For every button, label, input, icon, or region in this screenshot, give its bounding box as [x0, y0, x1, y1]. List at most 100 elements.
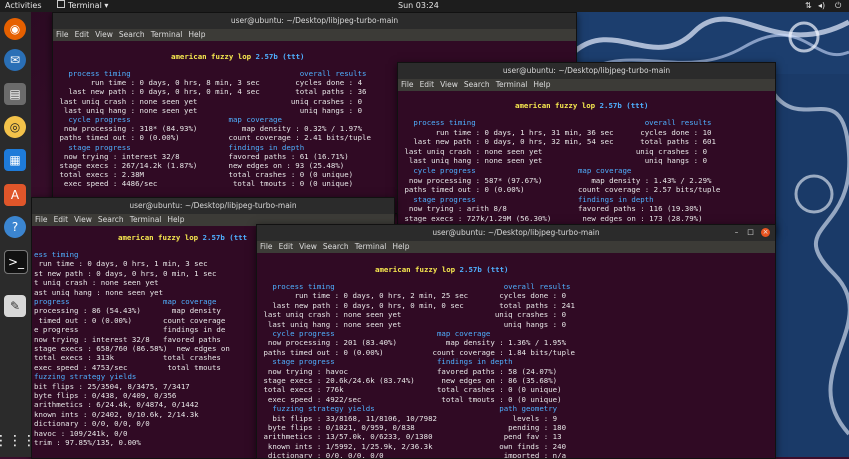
- status-line: bit flips : 33/8168, 11/8106, 10/7982 le…: [259, 413, 558, 423]
- status-line: stage execs : 658/760 (86.58%) new edges…: [34, 344, 230, 353]
- menu-file[interactable]: File: [401, 80, 414, 89]
- window-4-title: user@ubuntu: ~/Desktop/libjpeg-turbo-mai…: [432, 228, 600, 237]
- menu-edit[interactable]: Edit: [420, 80, 435, 89]
- menu-file[interactable]: File: [35, 215, 48, 224]
- menu-view[interactable]: View: [74, 215, 92, 224]
- status-line: stage execs : 20.6k/24.6k (83.74%) new e…: [259, 376, 558, 385]
- afl-banner: american fuzzy lop 2.57b (ttt): [515, 101, 649, 110]
- show-apps-icon[interactable]: ⋮⋮⋮: [0, 430, 36, 452]
- window-4-terminal[interactable]: american fuzzy lop 2.57b (ttt) process t…: [257, 253, 775, 458]
- volume-icon[interactable]: ◂): [818, 0, 825, 12]
- status-line: now processing : 587* (97.67%) map densi…: [400, 175, 712, 185]
- text-editor-icon[interactable]: ✎: [4, 295, 26, 317]
- status-line: last new path : 0 days, 0 hrs, 32 min, 5…: [400, 137, 716, 147]
- window-4-menubar: File Edit View Search Terminal Help: [257, 241, 775, 253]
- maximize-icon[interactable]: □: [746, 228, 755, 237]
- status-line: total execs : 2.38M total crashes : 0 (0…: [55, 170, 354, 180]
- menu-view[interactable]: View: [440, 80, 458, 89]
- network-icon[interactable]: ⇅: [805, 0, 812, 12]
- writer-icon[interactable]: ▦: [4, 149, 26, 171]
- status-line: total execs : 313k total crashes: [34, 353, 221, 363]
- menu-view[interactable]: View: [95, 30, 113, 39]
- close-icon[interactable]: ×: [761, 228, 770, 237]
- status-line: last uniq crash : none seen yet uniq cra…: [259, 310, 567, 320]
- menu-edit[interactable]: Edit: [75, 30, 90, 39]
- activities-button[interactable]: Activities: [5, 0, 42, 12]
- status-line: run time : 0 days, 0 hrs, 2 min, 25 sec …: [259, 291, 567, 301]
- status-line: cycle progress map coverage: [259, 329, 491, 338]
- status-line: run time : 0 days, 0 hrs, 1 min, 3 sec: [34, 259, 208, 269]
- status-line: byte flips : 0/1021, 0/959, 0/838 pendin…: [259, 423, 567, 432]
- menu-search[interactable]: Search: [98, 215, 124, 224]
- afl-banner: american fuzzy lop 2.57b (ttt: [118, 233, 248, 242]
- status-line: fuzzing strategy yields path geometry: [259, 404, 558, 414]
- afl-banner: american fuzzy lop 2.57b (ttt): [375, 265, 509, 274]
- status-line: paths timed out : 0 (0.00%) count covera…: [55, 133, 371, 143]
- status-line: process timing overall results: [259, 282, 571, 291]
- status-line: arithmetics : 13/57.0k, 0/6233, 0/1380 p…: [259, 432, 562, 442]
- app-menu[interactable]: Terminal ▾: [57, 0, 108, 12]
- window-2-terminal[interactable]: american fuzzy lop 2.57b (ttt) process t…: [398, 91, 775, 233]
- status-line: known ints : 0/2402, 0/10.6k, 2/14.3k: [34, 409, 199, 419]
- menu-terminal[interactable]: Terminal: [355, 242, 387, 251]
- thunderbird-icon[interactable]: ✉: [4, 49, 26, 71]
- status-line: last uniq hang : none seen yet uniq hang…: [400, 156, 708, 166]
- help-icon[interactable]: ?: [4, 216, 26, 238]
- wallpaper-art-right: [774, 74, 849, 457]
- status-line: now processing : 318* (84.93%) map densi…: [55, 124, 363, 134]
- clock[interactable]: Sun 03:24: [398, 0, 439, 12]
- status-line: byte flips : 0/438, 0/409, 0/356: [34, 391, 177, 400]
- dock: ◉ ✉ ▤ ◎ ▦ A ? >_ ✎ ⋮⋮⋮: [0, 12, 36, 457]
- menu-edit[interactable]: Edit: [54, 215, 69, 224]
- window-4-titlebar[interactable]: user@ubuntu: ~/Desktop/libjpeg-turbo-mai…: [257, 225, 775, 241]
- menu-help[interactable]: Help: [392, 242, 409, 251]
- menu-file[interactable]: File: [56, 30, 69, 39]
- window-2-titlebar[interactable]: user@ubuntu: ~/Desktop/libjpeg-turbo-mai…: [398, 63, 775, 79]
- status-line: stage execs : 727k/1.29M (56.30%) new ed…: [400, 214, 703, 223]
- terminal-icon[interactable]: >_: [4, 250, 28, 274]
- menu-help[interactable]: Help: [167, 215, 184, 224]
- terminal-window-4[interactable]: user@ubuntu: ~/Desktop/libjpeg-turbo-mai…: [256, 224, 776, 459]
- menu-terminal[interactable]: Terminal: [151, 30, 183, 39]
- window-3-titlebar[interactable]: user@ubuntu: ~/Desktop/libjpeg-turbo-mai…: [32, 198, 394, 214]
- files-icon[interactable]: ▤: [4, 83, 26, 105]
- status-line: last uniq crash : none seen yet uniq cra…: [400, 146, 708, 156]
- status-line: known ints : 1/5992, 1/25.9k, 2/36.3k ow…: [259, 441, 567, 451]
- status-line: process timing overall results: [400, 118, 712, 127]
- menu-search[interactable]: Search: [119, 30, 145, 39]
- app-menu-label: Terminal ▾: [68, 1, 109, 10]
- status-line: exec speed : 4753/sec total tmouts: [34, 362, 221, 372]
- power-icon[interactable]: ⏻: [835, 0, 841, 12]
- window-1-titlebar[interactable]: user@ubuntu: ~/Desktop/libjpeg-turbo-mai…: [53, 13, 576, 29]
- menu-help[interactable]: Help: [188, 30, 205, 39]
- menu-terminal[interactable]: Terminal: [496, 80, 528, 89]
- menu-view[interactable]: View: [299, 242, 317, 251]
- status-line: ess timing: [34, 250, 79, 259]
- status-line: last uniq hang : none seen yet uniq hang…: [259, 319, 567, 329]
- status-line: processing : 86 (54.43%) map density: [34, 306, 221, 316]
- status-line: run time : 0 days, 1 hrs, 31 min, 36 sec…: [400, 127, 712, 137]
- menu-file[interactable]: File: [260, 242, 273, 251]
- top-panel: Activities Terminal ▾ Sun 03:24 ⇅ ◂) ⏻: [0, 0, 849, 12]
- menu-edit[interactable]: Edit: [279, 242, 294, 251]
- menu-help[interactable]: Help: [533, 80, 550, 89]
- firefox-icon[interactable]: ◉: [4, 18, 26, 40]
- status-line: paths timed out : 0 (0.00%) count covera…: [400, 185, 721, 195]
- status-line: exec speed : 4922/sec total tmouts : 0 (…: [259, 394, 562, 404]
- status-line: dictionary : 0/0, 0/0, 0/0: [34, 419, 150, 429]
- menu-search[interactable]: Search: [323, 242, 349, 251]
- status-line: ast uniq hang : none seen yet: [34, 287, 164, 297]
- status-line: stage progress findings in depth: [55, 142, 305, 152]
- menu-terminal[interactable]: Terminal: [130, 215, 162, 224]
- window-3-title: user@ubuntu: ~/Desktop/libjpeg-turbo-mai…: [129, 201, 297, 210]
- status-line: t uniq crash : none seen yet: [34, 278, 159, 288]
- window-2-title: user@ubuntu: ~/Desktop/libjpeg-turbo-mai…: [502, 66, 671, 75]
- rhythmbox-icon[interactable]: ◎: [4, 116, 26, 138]
- status-line: now trying : arith 8/8 favored paths : 1…: [400, 204, 703, 214]
- menu-search[interactable]: Search: [464, 80, 490, 89]
- software-icon[interactable]: A: [4, 184, 26, 206]
- terminal-window-2[interactable]: user@ubuntu: ~/Desktop/libjpeg-turbo-mai…: [397, 62, 776, 234]
- minimize-icon[interactable]: –: [732, 228, 741, 237]
- status-line: st new path : 0 days, 0 hrs, 0 min, 1 se…: [34, 268, 217, 278]
- status-line: last uniq hang : none seen yet uniq hang…: [55, 105, 363, 115]
